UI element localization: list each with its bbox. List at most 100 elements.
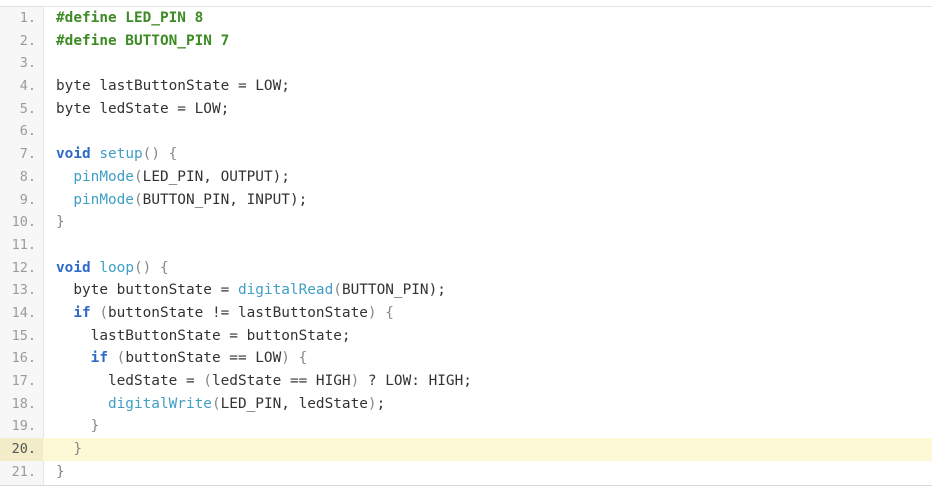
- code-line[interactable]: 8. pinMode(LED_PIN, OUTPUT);: [0, 165, 932, 189]
- line-number: 4.: [0, 75, 43, 98]
- code-editor[interactable]: 1. #define LED_PIN 8 2. #define BUTTON_PIN …: [0, 6, 932, 486]
- code-line[interactable]: 9. pinMode(BUTTON_PIN, INPUT);: [0, 188, 932, 212]
- code-token: }: [56, 214, 65, 231]
- line-number: 15.: [0, 324, 43, 348]
- line-number: 19.: [0, 415, 43, 439]
- code-token: pinMode: [73, 191, 134, 208]
- code-token: (: [90, 304, 108, 321]
- code-text: digitalWrite(LED_PIN, ledState);: [56, 393, 385, 416]
- code-line[interactable]: 18. digitalWrite(LED_PIN, ledState);: [0, 392, 932, 416]
- code-text: }: [56, 415, 100, 438]
- code-token: setup: [99, 146, 143, 163]
- code-token: () {: [133, 259, 169, 276]
- code-line[interactable]: 11.: [0, 233, 932, 257]
- code-token: if: [73, 304, 91, 321]
- code-text: void setup() {: [56, 143, 177, 166]
- code-lines[interactable]: 1. #define LED_PIN 8 2. #define BUTTON_PIN …: [0, 7, 932, 484]
- code-token: }: [56, 418, 100, 435]
- line-number: 5.: [0, 97, 43, 121]
- code-line[interactable]: 14. if (buttonState != lastButtonState) …: [0, 301, 932, 325]
- code-text: byte buttonState = digitalRead(BUTTON_PI…: [56, 279, 446, 302]
- line-number: 6.: [0, 120, 43, 144]
- code-token: (: [133, 191, 143, 208]
- code-line[interactable]: 3.: [0, 52, 932, 76]
- code-token: void: [56, 146, 91, 163]
- code-line[interactable]: 16. if (buttonState == LOW) {: [0, 347, 932, 370]
- line-number: 10.: [0, 211, 43, 234]
- code-token: LED_PIN, OUTPUT: [142, 168, 273, 185]
- line-number: 2.: [0, 29, 43, 53]
- code-token: );: [428, 282, 446, 299]
- code-token: BUTTON_PIN: [341, 282, 429, 299]
- code-line[interactable]: 5. byte ledState = LOW;: [0, 97, 932, 121]
- line-number: 9.: [0, 188, 43, 212]
- code-line[interactable]: 13. byte buttonState = digitalRead(BUTTO…: [0, 279, 932, 302]
- code-token: byte ledState = LOW;: [56, 100, 230, 117]
- code-token: void: [56, 259, 91, 276]
- code-text: byte ledState = LOW;: [56, 98, 229, 121]
- code-token: ledState =: [56, 373, 204, 389]
- code-text: }: [56, 438, 82, 461]
- line-number: 13.: [0, 279, 43, 302]
- line-number: 21.: [0, 460, 43, 484]
- code-text: byte lastButtonState = LOW;: [56, 75, 290, 98]
- code-token: byte lastButtonState = LOW;: [56, 78, 290, 95]
- code-token: ? LOW: HIGH;: [359, 373, 472, 389]
- code-token: BUTTON_PIN, INPUT: [142, 191, 290, 208]
- line-number: 1.: [0, 7, 43, 30]
- code-line[interactable]: 4. byte lastButtonState = LOW;: [0, 75, 932, 98]
- code-token: (: [333, 282, 342, 299]
- line-number: 17.: [0, 370, 43, 393]
- code-text: if (buttonState != lastButtonState) {: [56, 302, 394, 325]
- code-token: LED_PIN, ledState: [220, 395, 368, 412]
- code-text: void loop() {: [56, 257, 169, 280]
- code-line[interactable]: 12. void loop() {: [0, 256, 932, 280]
- code-text: #define BUTTON_PIN 7: [56, 30, 229, 53]
- code-text: lastButtonState = buttonState;: [56, 325, 351, 348]
- code-token: digitalWrite: [107, 395, 212, 412]
- code-text: if (buttonState == LOW) {: [56, 347, 308, 370]
- code-line[interactable]: 10.}: [0, 211, 932, 234]
- code-token: #define BUTTON_PIN 7: [56, 32, 230, 49]
- code-token: (: [107, 350, 126, 367]
- line-number: 11.: [0, 233, 43, 257]
- code-token: lastButtonState = buttonState;: [56, 327, 351, 344]
- code-token: }: [56, 463, 65, 480]
- line-number: 12.: [0, 256, 43, 280]
- code-token: #define LED_PIN 8: [56, 10, 204, 26]
- line-number: 7.: [0, 143, 43, 166]
- line-number: 18.: [0, 392, 43, 416]
- code-token: if: [90, 350, 108, 367]
- code-line[interactable]: 2. #define BUTTON_PIN 7: [0, 29, 932, 53]
- code-token: );: [272, 168, 290, 185]
- code-line[interactable]: 17. ledState = (ledState == HIGH) ? LOW:…: [0, 370, 932, 393]
- code-line-active[interactable]: 20. }: [0, 438, 932, 461]
- code-token: }: [56, 441, 82, 458]
- code-token: ): [367, 395, 377, 412]
- code-token: (: [133, 168, 143, 185]
- line-number: 3.: [0, 52, 43, 76]
- code-line[interactable]: 15. lastButtonState = buttonState;: [0, 324, 932, 348]
- line-number: 14.: [0, 301, 43, 325]
- code-line[interactable]: 6.: [0, 120, 932, 144]
- line-number: 8.: [0, 165, 43, 189]
- code-line[interactable]: 19. }: [0, 415, 932, 439]
- code-line[interactable]: 1. #define LED_PIN 8: [0, 7, 932, 30]
- code-text: pinMode(LED_PIN, OUTPUT);: [56, 166, 290, 189]
- line-number: 20.: [0, 438, 43, 461]
- code-token: (: [211, 395, 221, 412]
- code-token: byte buttonState =: [56, 282, 238, 299]
- code-line[interactable]: 7. void setup() {: [0, 143, 932, 166]
- code-token: digitalRead: [237, 282, 334, 299]
- code-text: }: [56, 211, 65, 234]
- code-text: }: [56, 461, 65, 484]
- code-token: ): [350, 373, 360, 389]
- code-line[interactable]: 21.}: [0, 460, 932, 484]
- code-token: ledState == HIGH: [211, 373, 351, 389]
- code-text: #define LED_PIN 8: [56, 7, 203, 30]
